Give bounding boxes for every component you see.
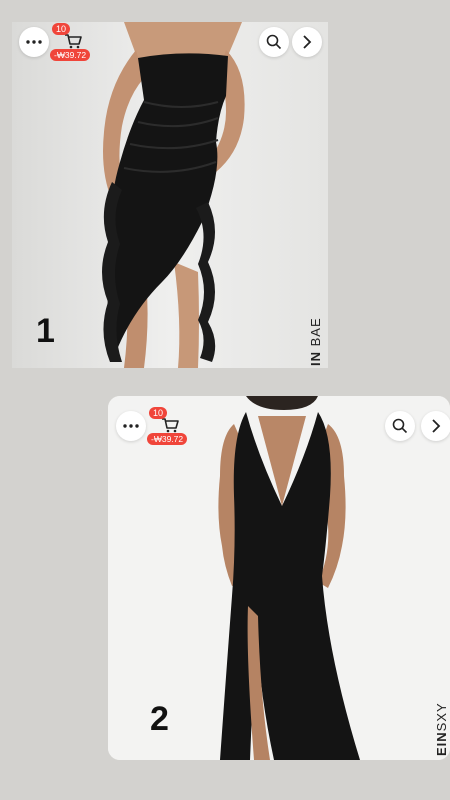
search-button[interactable] [259, 27, 289, 57]
discount-badge: -₩39.72 [147, 433, 188, 445]
product-card-1[interactable]: 10 -₩39.72 1 IN BAE [12, 22, 328, 368]
next-button[interactable] [421, 411, 450, 441]
cart-button[interactable]: 10 -₩39.72 [50, 23, 96, 61]
cart-count-badge: 10 [52, 23, 70, 35]
more-horizontal-icon [26, 40, 42, 44]
item-number-label: 1 [36, 312, 55, 350]
search-button[interactable] [385, 411, 415, 441]
item-number-label: 2 [150, 700, 169, 738]
search-icon [392, 418, 408, 434]
product-card-2[interactable]: 10 -₩39.72 2 EINSXY [108, 396, 450, 760]
discount-badge: -₩39.72 [50, 49, 91, 61]
shopping-cart-icon [65, 34, 82, 49]
brand-watermark: IN BAE [308, 317, 323, 366]
search-icon [266, 34, 282, 50]
next-button[interactable] [292, 27, 322, 57]
cart-count-badge: 10 [149, 407, 167, 419]
more-options-button[interactable] [19, 27, 49, 57]
cart-button[interactable]: 10 -₩39.72 [147, 407, 193, 445]
product-image-strapless-ruffle-dress [12, 22, 328, 368]
more-horizontal-icon [123, 424, 139, 428]
brand-watermark: EINSXY [434, 702, 449, 756]
chevron-right-icon [303, 35, 312, 49]
chevron-right-icon [432, 419, 441, 433]
shopping-cart-icon [162, 418, 179, 433]
more-options-button[interactable] [116, 411, 146, 441]
